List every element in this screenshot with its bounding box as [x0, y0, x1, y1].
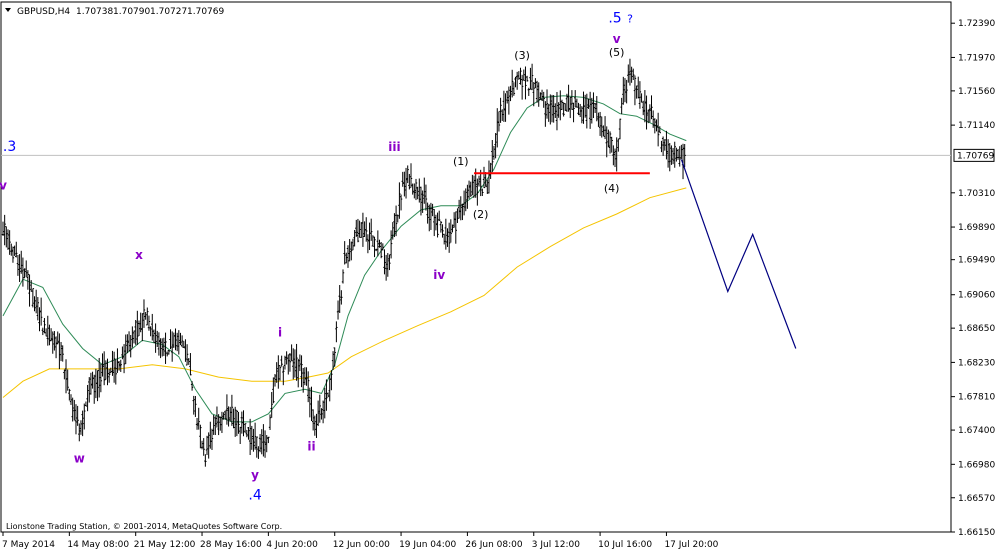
wave-label: iv: [433, 268, 445, 282]
symbol-title: GBPUSD,H4: [17, 7, 70, 17]
wave-label: ?: [627, 12, 633, 25]
chart-window[interactable]: .3 v w x y .4 i ii iii iv (1) (2) (3) (4) (5) v .5? 1.72…: [0, 0, 996, 552]
y-tick-label: 1.71560: [958, 87, 995, 97]
wave-label: i: [278, 325, 282, 339]
x-tick-label: 4 Jun 20:00: [266, 540, 318, 550]
x-tick-label: 21 May 12:00: [134, 540, 196, 550]
wave-label: x: [135, 248, 143, 262]
wave-label: iii: [388, 140, 400, 154]
wave-label: v: [0, 179, 7, 193]
y-tick-label: 1.67810: [958, 393, 995, 403]
y-tick-label: 1.69890: [958, 223, 995, 233]
x-tick-label: 3 Jul 12:00: [532, 540, 581, 550]
price-chart[interactable]: .3vwxy.4iiiiiiiv(1)(2)(3)(4)(5)v.5? 1.72…: [0, 0, 996, 552]
x-tick-label: 19 Jun 04:00: [399, 540, 456, 550]
ohlc-high: 1.70790: [113, 7, 150, 17]
wave-label: (3): [514, 49, 530, 62]
y-tick-label: 1.66570: [958, 494, 995, 504]
y-tick-label: 1.68230: [958, 358, 995, 368]
y-tick-label: 1.66980: [958, 460, 995, 470]
y-tick-label: 1.66150: [958, 528, 995, 538]
ohlc-open: 1.70738: [76, 7, 113, 17]
x-tick-label: 26 Jun 08:00: [465, 540, 522, 550]
wave-label: (4): [604, 182, 620, 195]
ohlc-low: 1.70727: [150, 7, 187, 17]
chart-header: GBPUSD,H4 1.70738 1.70790 1.70727 1.7076…: [5, 7, 224, 17]
wave-label: .3: [3, 139, 16, 155]
y-tick-label: 1.69490: [958, 256, 995, 266]
y-tick-label: 1.67400: [958, 426, 995, 436]
current-price-value: 1.70769: [957, 151, 994, 161]
wave-label: (5): [609, 46, 625, 59]
y-tick-label: 1.71970: [958, 53, 995, 63]
y-tick-label: 1.68650: [958, 324, 995, 334]
wave-label: .4: [248, 487, 261, 503]
x-tick-label: 28 May 16:00: [200, 540, 262, 550]
plot-frame: [0, 1, 952, 533]
y-tick-label: 1.70310: [958, 189, 995, 199]
x-tick-label: 10 Jul 16:00: [598, 540, 652, 550]
ohlc-close: 1.70769: [187, 7, 224, 17]
wave-label: (2): [473, 208, 489, 221]
y-tick-label: 1.69060: [958, 291, 995, 301]
wave-label: y: [251, 468, 259, 482]
copyright-footer: Lionstone Trading Station, © 2001-2014, …: [6, 522, 282, 531]
x-tick-label: 7 May 2014: [2, 540, 55, 550]
y-tick-label: 1.72390: [958, 19, 995, 29]
y-tick-label: 1.71140: [958, 121, 995, 131]
wave-label: ii: [307, 440, 315, 454]
wave-label: v: [613, 32, 621, 46]
wave-label: w: [74, 452, 85, 466]
x-tick-label: 17 Jul 20:00: [664, 540, 718, 550]
wave-label: (1): [453, 155, 469, 168]
x-tick-label: 14 May 08:00: [67, 540, 129, 550]
wave-label: .5: [608, 10, 621, 26]
x-tick-label: 12 Jun 00:00: [333, 540, 390, 550]
